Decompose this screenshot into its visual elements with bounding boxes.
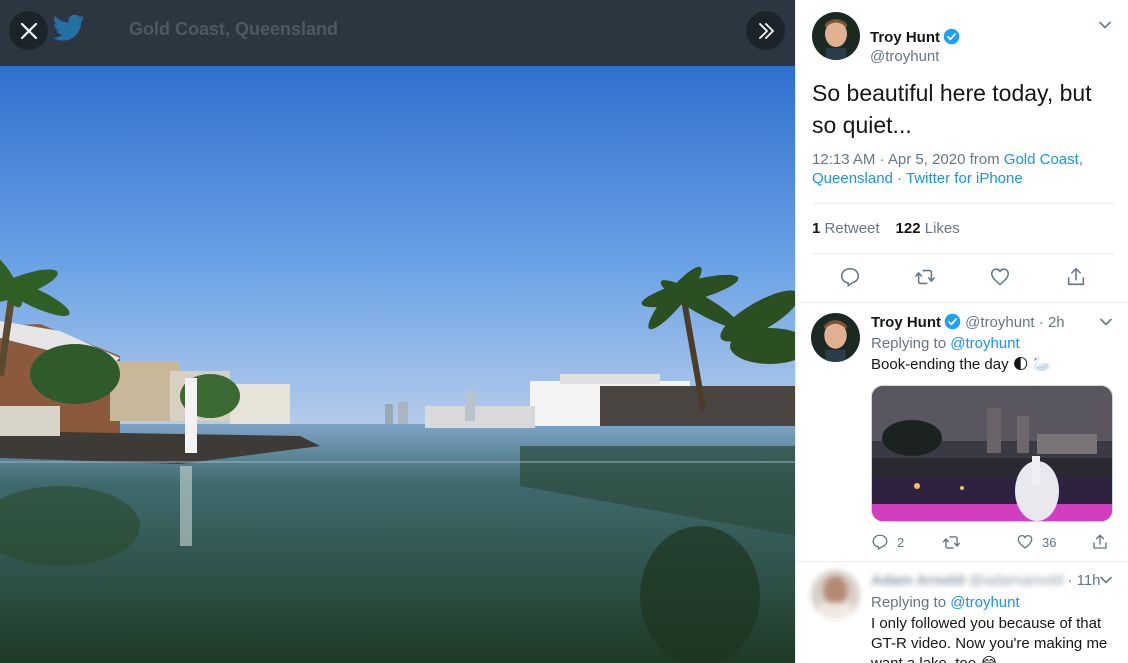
retweets-label: Retweet	[824, 220, 880, 237]
tweet-source-link[interactable]: Twitter for iPhone	[906, 170, 1023, 187]
tweet-meta: 12:13 AM · Apr 5, 2020 from Gold Coast, …	[812, 150, 1102, 188]
replying-to-link[interactable]: @troyhunt	[950, 594, 1019, 611]
like-button[interactable]: 36	[1016, 533, 1056, 551]
close-button[interactable]	[9, 11, 48, 50]
twitter-bird-icon	[53, 14, 85, 41]
author-name[interactable]: Troy Hunt	[870, 28, 960, 47]
tweet-panel: Troy Hunt @troyhunt So beautiful here to…	[795, 0, 1128, 663]
like-icon	[1017, 534, 1033, 549]
reply-header: Adam Arnold @adamarnold · 11h	[871, 571, 1101, 591]
reply-tweet[interactable]: Troy Hunt @troyhunt · 2h Replying to @tr…	[796, 303, 1128, 561]
replying-label: Replying to	[871, 594, 951, 611]
replying-to-link[interactable]: @troyhunt	[950, 335, 1019, 352]
author-name-text: Troy Hunt	[870, 29, 940, 46]
like-icon[interactable]	[989, 266, 1011, 288]
tweet-header: Troy Hunt @troyhunt	[812, 12, 1112, 65]
viewer-place-title: Gold Coast, Queensland	[129, 19, 339, 39]
divider	[812, 253, 1114, 254]
author-handle[interactable]: @troyhunt	[870, 48, 939, 66]
share-icon[interactable]	[1065, 266, 1087, 288]
tweet-text: So beautiful here today, but so quiet...	[812, 80, 1092, 138]
author-name[interactable]: Adam Arnold	[871, 572, 965, 589]
chevron-down-icon[interactable]	[1099, 573, 1113, 587]
retweets-count: 1	[812, 220, 821, 237]
divider	[812, 203, 1114, 204]
chevron-down-icon[interactable]	[1099, 315, 1113, 329]
retweets-stat[interactable]: 1 Retweet	[812, 220, 880, 237]
like-count: 36	[1042, 534, 1057, 550]
share-button[interactable]	[1091, 533, 1109, 551]
reply-button[interactable]: 2	[871, 533, 904, 551]
replying-to: Replying to @troyhunt	[871, 334, 1020, 354]
close-icon	[20, 22, 37, 39]
tweet-actions	[836, 266, 1086, 290]
replying-to: Replying to @troyhunt	[871, 593, 1020, 613]
reply-text-line: want a lake, too 😂	[871, 654, 998, 663]
author-name[interactable]: Troy Hunt	[871, 314, 941, 331]
reply-media-image[interactable]	[871, 385, 1113, 522]
reply-text-line: GT-R video. Now you're making me	[871, 635, 1108, 652]
reply-time[interactable]: · 11h	[1067, 572, 1100, 589]
tweet-time[interactable]: 12:13 AM · Apr 5, 2020 from	[812, 151, 1004, 168]
verified-badge-icon	[944, 313, 961, 330]
author-handle[interactable]: @troyhunt	[965, 314, 1034, 331]
meta-separator: ·	[892, 170, 906, 187]
media-viewer: Gold Coast, Queensland	[0, 0, 795, 663]
reply-text: Book-ending the day 🌓 🦢	[871, 356, 1052, 373]
chevron-double-right-icon	[758, 22, 774, 39]
media-photo	[0, 66, 795, 663]
likes-stat[interactable]: 122 Likes	[896, 220, 960, 237]
avatar[interactable]	[811, 570, 860, 619]
reply-time[interactable]: · 2h	[1039, 314, 1065, 331]
tweet-stats: 1 Retweet 122 Likes	[812, 220, 960, 237]
share-icon	[1093, 534, 1107, 549]
reply-text-line: I only followed you because of that	[871, 615, 1102, 632]
viewer-top-bar: Gold Coast, Queensland	[0, 0, 795, 66]
retweet-icon[interactable]	[914, 266, 936, 288]
avatar[interactable]	[812, 12, 860, 60]
reply-header: Troy Hunt @troyhunt · 2h	[871, 313, 1065, 333]
reply-tweet[interactable]: Adam Arnold @adamarnold · 11h Replying t…	[796, 562, 1128, 663]
retweet-button[interactable]	[942, 533, 961, 552]
chevron-down-icon[interactable]	[1098, 18, 1112, 32]
avatar[interactable]	[811, 313, 860, 362]
reply-count: 2	[897, 534, 905, 550]
likes-label: Likes	[924, 220, 960, 237]
likes-count: 122	[895, 220, 921, 237]
expand-button[interactable]	[746, 11, 785, 50]
reply-icon	[872, 534, 888, 551]
verified-badge-icon	[943, 28, 960, 45]
replying-label: Replying to	[871, 335, 951, 352]
author-handle[interactable]: @adamarnold	[969, 572, 1063, 589]
reply-icon[interactable]	[839, 266, 861, 288]
reply-actions: 2 36	[871, 533, 1116, 553]
retweet-icon	[942, 536, 961, 549]
